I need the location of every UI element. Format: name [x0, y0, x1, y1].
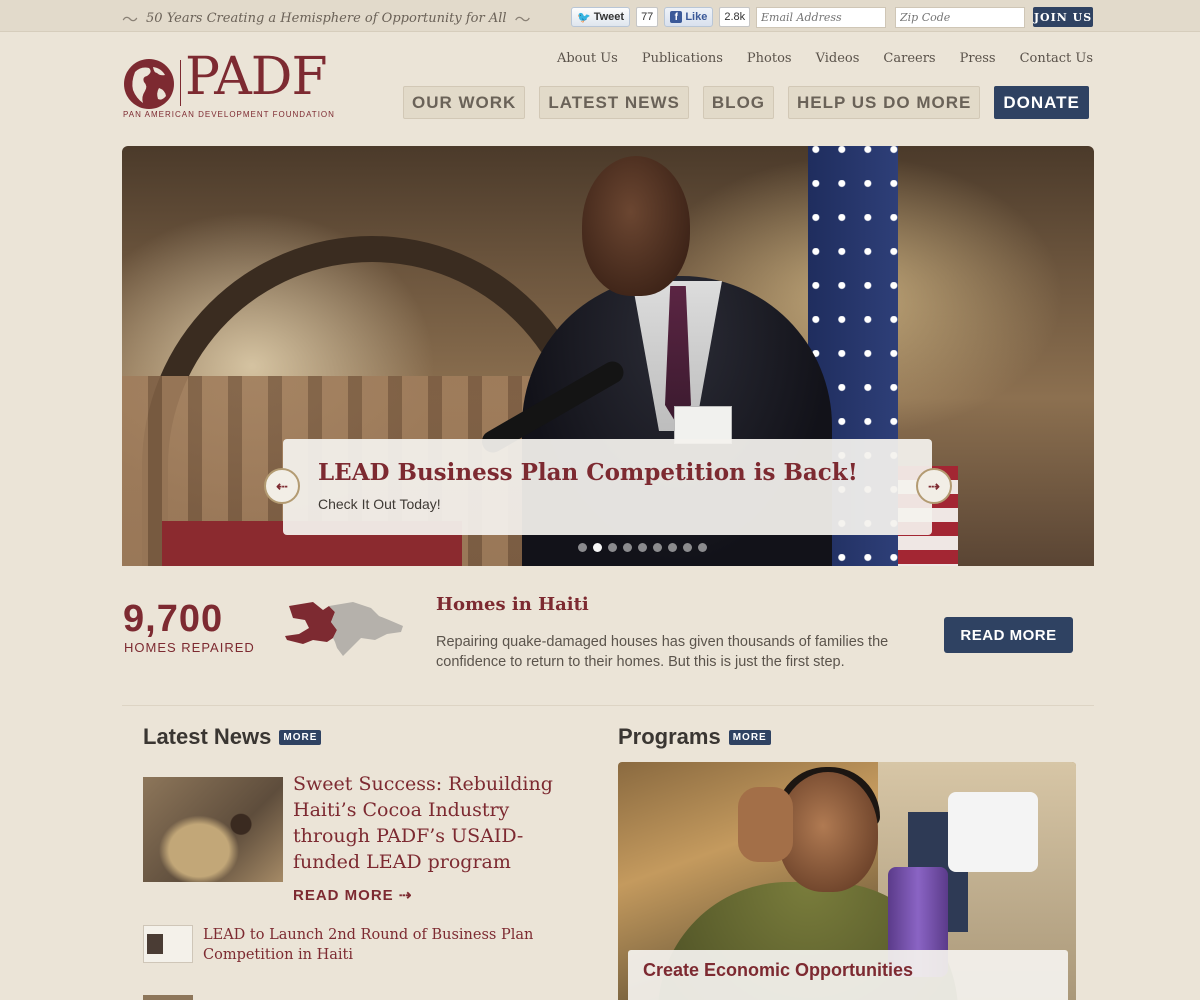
nav-about-us[interactable]: About Us: [557, 51, 618, 66]
tagline: 〜 50 Years Creating a Hemisphere of Oppo…: [122, 6, 531, 30]
social-buttons: 🐦 Tweet 77 f Like 2.8k: [571, 7, 751, 27]
email-field[interactable]: [756, 7, 886, 28]
tab-our-work[interactable]: OUR WORK: [403, 86, 526, 119]
news-headline[interactable]: LEAD to Launch 2nd Round of Business Pla…: [203, 925, 543, 965]
slide-dot[interactable]: [623, 543, 632, 552]
haiti-map-icon: [285, 602, 403, 656]
logo-divider: [180, 60, 181, 106]
like-label: Like: [685, 11, 708, 23]
news-thumbnail[interactable]: [143, 925, 193, 963]
tab-help-us-do-more[interactable]: HELP US DO MORE: [788, 86, 981, 119]
facebook-icon: f: [670, 11, 683, 23]
swoosh-icon: 〜: [122, 10, 139, 29]
nav-publications[interactable]: Publications: [642, 51, 723, 66]
nav-careers[interactable]: Careers: [883, 51, 935, 66]
logo-subtitle: PAN AMERICAN DEVELOPMENT FOUNDATION: [123, 110, 335, 119]
slide-dot[interactable]: [698, 543, 707, 552]
news-headline[interactable]: Sweet Success: Rebuilding Haiti’s Cocoa …: [293, 771, 553, 875]
join-us-button[interactable]: JOIN US: [1033, 7, 1093, 27]
photo-woman-hand: [738, 787, 793, 862]
nav-photos[interactable]: Photos: [747, 51, 792, 66]
photo-woman-head: [778, 772, 878, 892]
hero-slider[interactable]: LEAD Business Plan Competition is Back! …: [122, 146, 1094, 566]
hero-caption[interactable]: LEAD Business Plan Competition is Back! …: [283, 439, 932, 535]
padf-logo[interactable]: PADF PAN AMERICAN DEVELOPMENT FOUNDATION: [123, 51, 338, 125]
like-button[interactable]: f Like: [664, 7, 714, 27]
read-more-button[interactable]: READ MORE: [944, 617, 1073, 653]
slide-dots: [578, 543, 707, 552]
stat-title[interactable]: Homes in Haiti: [436, 594, 589, 615]
news-read-more-link[interactable]: READ MORE ⇢: [293, 886, 412, 904]
program-caption[interactable]: Create Economic Opportunities: [628, 950, 1068, 1000]
main-nav: OUR WORK LATEST NEWS BLOG HELP US DO MOR…: [403, 86, 1089, 119]
slide-dot[interactable]: [608, 543, 617, 552]
stat-description: Repairing quake-damaged houses has given…: [436, 634, 889, 670]
hero-title[interactable]: LEAD Business Plan Competition is Back!: [318, 459, 858, 486]
news-more-button[interactable]: MORE: [279, 729, 322, 745]
thumbnail-graphic: [147, 934, 163, 954]
tweet-count: 77: [636, 7, 659, 27]
news-thumbnail[interactable]: [143, 777, 283, 882]
slide-dot[interactable]: [593, 543, 602, 552]
programs-heading: Programs MORE: [618, 724, 771, 750]
tab-latest-news[interactable]: LATEST NEWS: [539, 86, 689, 119]
arrow-left-icon[interactable]: ⇠: [264, 468, 300, 504]
slide-dot[interactable]: [653, 543, 662, 552]
programs-title: Programs: [618, 724, 721, 749]
like-count: 2.8k: [719, 7, 751, 27]
tweet-label: Tweet: [593, 11, 625, 23]
speaker-head: [582, 156, 690, 296]
slide-dot[interactable]: [668, 543, 677, 552]
nav-contact-us[interactable]: Contact Us: [1020, 51, 1093, 66]
slide-dot[interactable]: [683, 543, 692, 552]
latest-news-heading: Latest News MORE: [143, 724, 322, 750]
globe-icon: [124, 59, 174, 109]
news-thumbnail[interactable]: [143, 995, 193, 1000]
utility-nav: About Us Publications Photos Videos Care…: [557, 51, 1093, 66]
stat-label: HOMES REPAIRED: [124, 640, 255, 655]
tab-blog[interactable]: BLOG: [702, 86, 775, 119]
photo-hanging-shirt: [948, 792, 1038, 872]
tagline-text: 50 Years Creating a Hemisphere of Opport…: [146, 10, 507, 26]
twitter-bird-icon: 🐦: [577, 11, 591, 24]
donate-button[interactable]: DONATE: [994, 86, 1089, 119]
nav-videos[interactable]: Videos: [816, 51, 860, 66]
programs-more-button[interactable]: MORE: [728, 729, 771, 745]
logo-wordmark: PADF: [185, 47, 328, 107]
divider: [122, 705, 1094, 706]
stat-number: 9,700: [123, 598, 224, 640]
latest-news-title: Latest News: [143, 724, 272, 749]
arrow-right-icon[interactable]: ⇢: [916, 468, 952, 504]
top-strip: 〜 50 Years Creating a Hemisphere of Oppo…: [0, 0, 1200, 32]
tweet-button[interactable]: 🐦 Tweet: [571, 7, 631, 27]
slide-dot[interactable]: [638, 543, 647, 552]
swoosh-icon: 〜: [514, 10, 531, 29]
zip-code-field[interactable]: [895, 7, 1025, 28]
slide-dot[interactable]: [578, 543, 587, 552]
nav-press[interactable]: Press: [960, 51, 996, 66]
hero-subtitle[interactable]: Check It Out Today!: [318, 496, 441, 512]
